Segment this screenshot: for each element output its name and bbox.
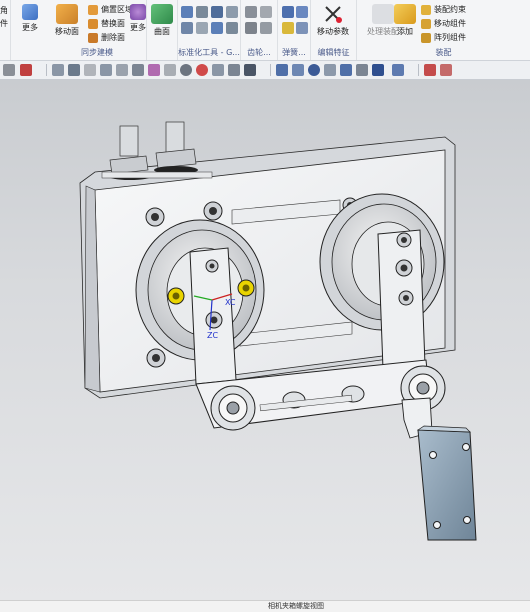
add-component-button[interactable]: 添加 (387, 4, 423, 44)
graphics-viewport[interactable]: XC ZC (0, 80, 530, 600)
display-icon-2[interactable] (292, 64, 304, 76)
toolbar-divider (46, 64, 47, 76)
add-component-label: 添加 (397, 27, 413, 36)
snap-curve-icon[interactable] (148, 64, 160, 76)
surface-button[interactable]: 曲面 (144, 4, 180, 44)
gear-icon-3[interactable] (245, 22, 257, 34)
move-component-button[interactable]: 移动组件 (421, 17, 466, 30)
constraint-icon (421, 4, 431, 15)
select-box-icon[interactable] (20, 64, 32, 76)
spring-icon-3[interactable] (282, 22, 294, 34)
group-label-sync: 同步建模 (81, 48, 113, 57)
tool-icon-1[interactable] (181, 6, 193, 18)
display-icon-4[interactable] (324, 64, 336, 76)
assembly-constraint-label: 装配约束 (434, 5, 466, 14)
display-icon-3[interactable] (308, 64, 320, 76)
more-button-1[interactable]: 更多 (12, 4, 48, 44)
snap-arc-icon[interactable] (164, 64, 176, 76)
snap-tangent-icon[interactable] (212, 64, 224, 76)
gear-icon-1[interactable] (245, 6, 257, 18)
gear-icon-2[interactable] (260, 6, 272, 18)
group-label-standard: 标准化工具 - G... (178, 48, 240, 57)
array-component-label: 阵列组件 (434, 33, 466, 42)
group-label-spring: 弹簧... (282, 48, 306, 57)
tool-icon-4[interactable] (226, 6, 238, 18)
partial-item-2-label: 件 (0, 19, 8, 28)
snap-end-icon[interactable] (100, 64, 112, 76)
ribbon-group-surface: 曲面 (147, 0, 178, 60)
snap-quadrant-icon[interactable] (196, 64, 208, 76)
toolbar-divider-3 (418, 64, 419, 76)
status-bar: 相机夹箱螺旋视图 (0, 600, 530, 612)
cable-glands (101, 121, 213, 180)
display-icon-6[interactable] (356, 64, 368, 76)
partial-item-2[interactable]: 件 (0, 17, 8, 30)
snap-mid-icon[interactable] (116, 64, 128, 76)
ribbon: 角 件 更多 移动面 偏置区域 替换面 删除面 同步建模 更多 曲面 标准化工具… (0, 0, 530, 61)
group-label-gear: 齿轮... (247, 48, 271, 57)
ribbon-group-edit-feature: 移动参数 编辑特征 (311, 0, 357, 60)
status-text: 相机夹箱螺旋视图 (268, 602, 324, 610)
replace-face-icon (88, 18, 98, 29)
delete-face-icon (88, 32, 98, 43)
tool-icon-5[interactable] (181, 22, 193, 34)
partial-item-1-label: 角 (0, 6, 8, 15)
analysis-icon-2[interactable] (440, 64, 452, 76)
snap-face-icon[interactable] (244, 64, 256, 76)
tool-icon-7[interactable] (211, 22, 223, 34)
snap-icon[interactable] (3, 64, 15, 76)
snap-point-icon[interactable] (84, 64, 96, 76)
tool-icon-8[interactable] (226, 22, 238, 34)
move-param-label: 移动参数 (317, 27, 349, 36)
mount-bracket (416, 425, 477, 541)
snap-center-icon[interactable] (180, 64, 192, 76)
toolbar-divider-2 (270, 64, 271, 76)
display-icon-7[interactable] (372, 64, 384, 76)
spring-icon-4[interactable] (296, 22, 308, 34)
array-component-icon (421, 32, 431, 43)
shape-icon (22, 4, 38, 20)
array-component-button[interactable]: 阵列组件 (421, 31, 466, 44)
tool-icon-6[interactable] (196, 22, 208, 34)
move-face-button[interactable]: 移动面 (49, 4, 85, 44)
ribbon-group-gear: 齿轮... (241, 0, 278, 60)
display-icon-5[interactable] (340, 64, 352, 76)
display-icon-8[interactable] (392, 64, 404, 76)
offset-region-icon (88, 4, 98, 15)
spring-icon-1[interactable] (282, 6, 294, 18)
snap-line-icon[interactable] (132, 64, 144, 76)
selection-toolbar (0, 61, 530, 80)
move-component-label: 移动组件 (434, 19, 466, 28)
left-arm (189, 247, 237, 385)
surface-icon (151, 4, 173, 24)
tool-icon-3[interactable] (211, 6, 223, 18)
group-label-edit-feature: 编辑特征 (317, 48, 350, 57)
ribbon-group-assembly: 处理装配 添加 装配约束 移动组件 阵列组件 装配 (357, 0, 530, 60)
move-component-icon (421, 18, 431, 29)
analysis-icon-1[interactable] (424, 64, 436, 76)
partial-item-1[interactable]: 角 (0, 4, 8, 17)
move-face-icon (56, 4, 78, 24)
spring-icon-2[interactable] (296, 6, 308, 18)
move-face-label: 移动面 (55, 27, 79, 36)
view-icon-2[interactable] (68, 64, 80, 76)
more-button-1-label: 更多 (22, 23, 38, 32)
add-component-icon (394, 4, 416, 24)
tool-icon-2[interactable] (196, 6, 208, 18)
ribbon-group-spring: 弹簧... (278, 0, 311, 60)
snap-perp-icon[interactable] (228, 64, 240, 76)
csys-x-label: XC (225, 298, 236, 307)
move-param-button[interactable]: 移动参数 (315, 4, 351, 44)
group-label-assembly: 装配 (435, 48, 452, 57)
assembly-constraint-button[interactable]: 装配约束 (421, 3, 466, 16)
display-icon-1[interactable] (276, 64, 288, 76)
surface-label: 曲面 (154, 27, 170, 36)
view-icon-1[interactable] (52, 64, 64, 76)
move-param-icon (322, 4, 344, 24)
csys-z-label: ZC (207, 331, 218, 340)
model-drawing: XC ZC (79, 121, 477, 541)
ribbon-group-partial: 角 件 (0, 0, 11, 60)
ribbon-group-standard: 标准化工具 - G... (178, 0, 241, 60)
gear-icon-4[interactable] (260, 22, 272, 34)
